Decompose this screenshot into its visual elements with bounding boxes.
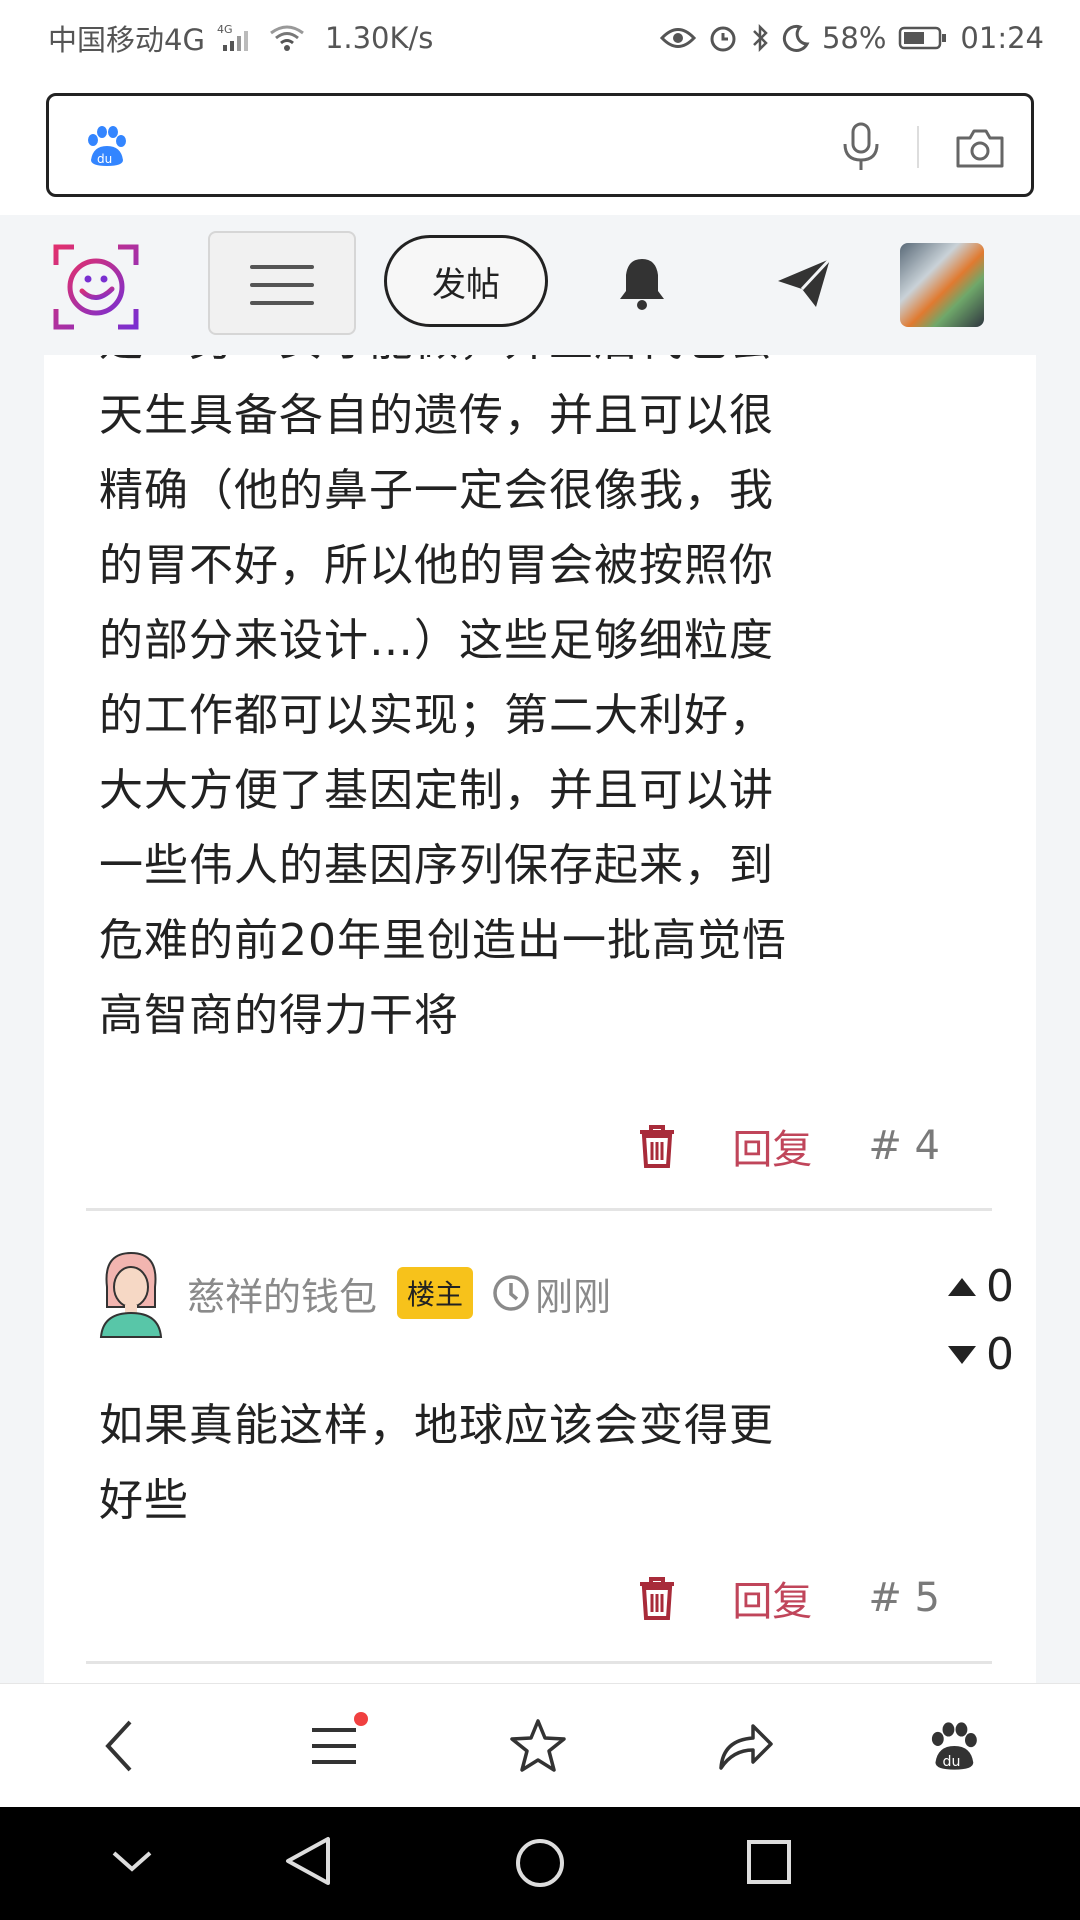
alarm-icon (708, 23, 738, 53)
moon-icon (782, 24, 810, 52)
network-speed: 1.30K/s (324, 21, 434, 55)
system-navigation-bar (0, 1807, 1080, 1920)
battery-percent: 58% (821, 21, 887, 55)
comment-text-line: 是一男一女才能做，并且后代也会 (99, 355, 899, 378)
clock: 01:24 (960, 21, 1044, 55)
wifi-icon (269, 23, 305, 53)
comment-divider (86, 1661, 992, 1664)
user-avatar[interactable] (900, 243, 984, 327)
trash-icon[interactable] (638, 1124, 676, 1168)
notification-dot (354, 1712, 368, 1726)
paper-plane-icon[interactable] (776, 255, 832, 315)
site-logo-smiley-icon[interactable] (52, 243, 140, 335)
comment-text-line: 好些 (99, 1475, 189, 1526)
bluetooth-icon (750, 23, 770, 53)
reply-link[interactable]: 回复 (732, 1117, 812, 1175)
commenter-avatar[interactable] (99, 1247, 163, 1339)
upvote-count: 0 (986, 1261, 1014, 1312)
comment-text-line: 天生具备各自的遗传，并且可以很 (99, 390, 774, 441)
bell-icon[interactable] (616, 255, 668, 315)
menu-button[interactable] (208, 231, 356, 335)
share-icon[interactable] (706, 1714, 786, 1778)
upvote-arrow-icon (948, 1277, 976, 1296)
menu-bar-icon (250, 283, 314, 287)
svg-text:du: du (943, 1754, 961, 1770)
nav-home-circle-icon[interactable] (514, 1837, 566, 1893)
downvote-arrow-icon (948, 1345, 976, 1364)
carrier-label: 中国移动4G (48, 23, 205, 57)
baidu-paw-icon[interactable]: du (83, 124, 127, 172)
comment-text-line: 危难的前20年里创造出一批高觉悟 (99, 915, 787, 966)
svg-text:du: du (97, 152, 112, 166)
camera-icon[interactable] (954, 126, 1006, 174)
back-icon[interactable] (80, 1714, 160, 1778)
comment-5-header: 慈祥的钱包 楼主 刚刚 (99, 1247, 611, 1339)
search-input[interactable] (159, 114, 863, 180)
search-bar: du (46, 93, 1034, 197)
downvote-count: 0 (986, 1329, 1014, 1380)
reply-link[interactable]: 回复 (732, 1569, 812, 1627)
menu-list-icon[interactable] (294, 1712, 374, 1778)
comment-5-actions: 回复 # 5 (638, 1569, 940, 1627)
comment-divider (86, 1208, 992, 1211)
comment-4-body: 是一男一女才能做，并且后代也会 天生具备各自的遗传，并且可以很 精确（他的鼻子一… (99, 355, 899, 1053)
nav-recents-square-icon[interactable] (746, 1839, 792, 1889)
floor-number: # 5 (868, 1575, 940, 1621)
downvote[interactable]: 0 (948, 1329, 1014, 1380)
baidu-home-icon[interactable]: du (912, 1714, 992, 1778)
comment-text-line: 精确（他的鼻子一定会很像我，我 (99, 465, 774, 516)
floor-number: # 4 (868, 1123, 940, 1169)
network-badge: 4G (217, 23, 233, 36)
page-margin-right (1036, 355, 1080, 1683)
battery-icon (898, 25, 948, 51)
comment-text-line: 高智商的得力干将 (99, 990, 459, 1041)
eye-icon (659, 25, 696, 51)
comment-text-line: 的胃不好，所以他的胃会被按照你 (99, 540, 774, 591)
thread-content: 是一男一女才能做，并且后代也会 天生具备各自的遗传，并且可以很 精确（他的鼻子一… (44, 355, 1036, 1683)
signal-icon: 4G (217, 23, 257, 53)
microphone-icon[interactable] (839, 122, 883, 176)
comment-text-line: 一些伟人的基因序列保存起来，到 (99, 840, 774, 891)
nav-back-triangle-icon[interactable] (284, 1835, 332, 1891)
comment-text-line: 的部分来设计…）这些足够细粒度 (99, 615, 774, 666)
comment-time: 刚刚 (535, 1274, 612, 1319)
status-bar: 中国移动4G 4G 1.30K/s 58% 01:24 (0, 0, 1080, 76)
menu-bar-icon (250, 301, 314, 305)
hide-nav-chevron-icon[interactable] (110, 1847, 154, 1879)
comment-text-line: 的工作都可以实现；第二大利好， (99, 690, 774, 741)
op-badge: 楼主 (397, 1267, 474, 1319)
menu-bar-icon (250, 265, 314, 269)
site-header: 发帖 (0, 215, 1080, 355)
comment-text-line: 大大方便了基因定制，并且可以讲 (99, 765, 774, 816)
comment-4-actions: 回复 # 4 (638, 1117, 940, 1175)
clock-icon (491, 1273, 531, 1313)
page-margin-left (0, 355, 44, 1683)
search-divider (917, 126, 919, 168)
comment-5-body: 如果真能这样，地球应该会变得更 好些 (99, 1388, 899, 1538)
new-post-button[interactable]: 发帖 (384, 235, 548, 327)
star-icon[interactable] (498, 1714, 578, 1778)
comment-author[interactable]: 慈祥的钱包 (187, 1266, 377, 1321)
trash-icon[interactable] (638, 1576, 676, 1620)
comment-text-line: 如果真能这样，地球应该会变得更 (99, 1400, 774, 1451)
browser-toolbar: du (0, 1683, 1080, 1808)
upvote[interactable]: 0 (948, 1261, 1014, 1312)
